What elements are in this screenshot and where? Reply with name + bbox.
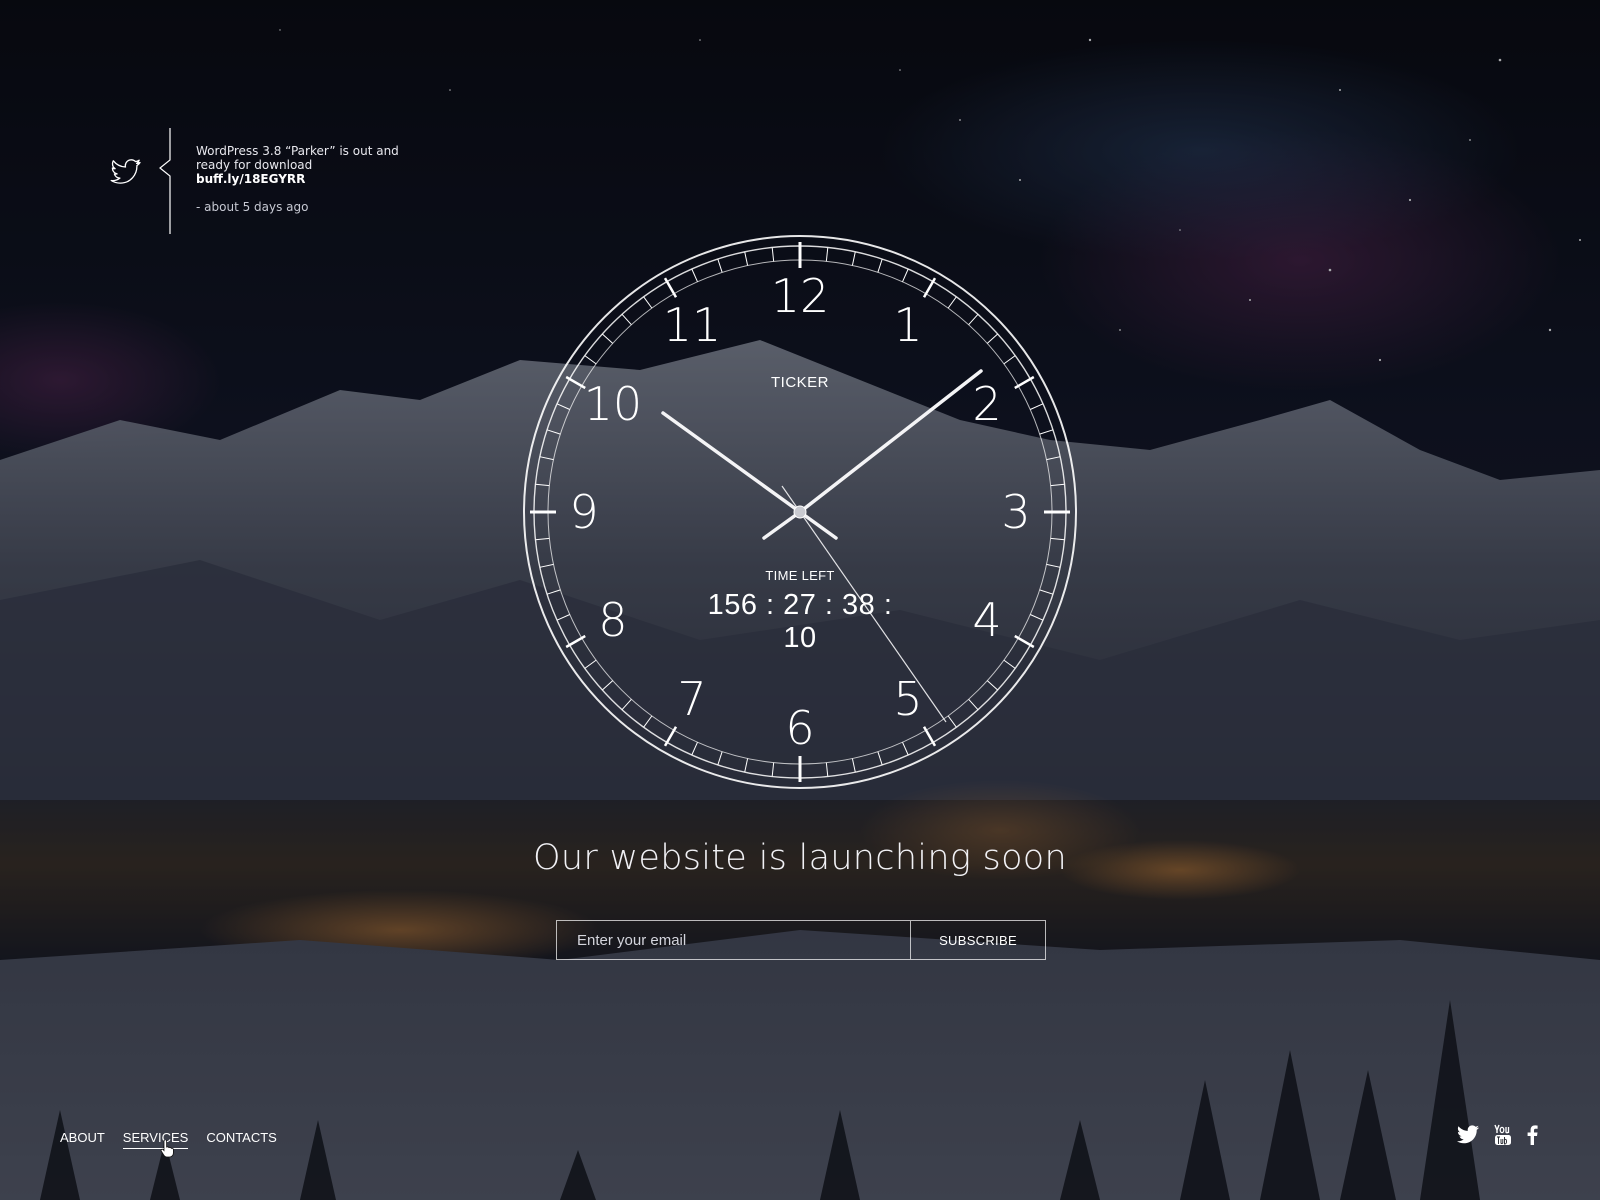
clock-minute-tick xyxy=(968,698,979,711)
clock-minute-tick xyxy=(968,313,979,326)
clock-minute-tick xyxy=(825,762,829,777)
clock-minute-tick xyxy=(947,296,957,309)
clock-minute-tick xyxy=(643,296,653,309)
hand-cursor-icon xyxy=(160,1140,174,1158)
clock-hour-tick xyxy=(663,726,678,747)
nav-about[interactable]: ABOUT xyxy=(60,1130,105,1149)
clock-numeral: 4 xyxy=(972,593,1001,647)
subscribe-form: SUBSCRIBE xyxy=(556,920,1046,960)
latest-tweet: WordPress 3.8 “Parker” is out and ready … xyxy=(110,128,430,234)
clock-minute-tick xyxy=(535,483,550,487)
clock-minute-tick xyxy=(643,715,653,728)
clock-minute-tick xyxy=(621,313,632,326)
clock-numeral: 5 xyxy=(893,672,922,726)
clock-minute-tick xyxy=(601,333,614,344)
clock-minute-tick xyxy=(851,251,856,266)
clock-numeral: 8 xyxy=(598,593,627,647)
tweet-timestamp: - about 5 days ago xyxy=(196,200,309,214)
tweet-link[interactable]: buff.ly/18EGYRR xyxy=(196,172,406,186)
clock-hour-tick xyxy=(565,634,586,649)
clock-minute-tick xyxy=(877,258,883,273)
clock-numeral: 1 xyxy=(893,298,922,352)
minute-hand xyxy=(798,369,983,514)
clock-minute-tick xyxy=(947,715,957,728)
clock-minute-tick xyxy=(771,762,775,777)
youtube-icon[interactable] xyxy=(1494,1124,1512,1150)
clock-minute-tick xyxy=(601,680,614,691)
clock-minute-tick xyxy=(902,268,909,282)
social-links xyxy=(1456,1124,1538,1150)
clock-hour-tick xyxy=(922,277,937,298)
clock-minute-tick xyxy=(546,429,561,435)
clock-minute-tick xyxy=(825,247,829,262)
twitter-icon[interactable] xyxy=(1456,1125,1480,1149)
clock-minute-tick xyxy=(744,758,749,773)
nav-contacts[interactable]: CONTACTS xyxy=(206,1130,277,1149)
clock-minute-tick xyxy=(1050,483,1065,487)
clock-minute-tick xyxy=(539,456,554,461)
clock-minute-tick xyxy=(1003,355,1016,365)
clock-hour-tick xyxy=(565,375,586,390)
clock-minute-tick xyxy=(851,758,856,773)
tweet-divider xyxy=(159,128,171,234)
clock-numeral: 3 xyxy=(1001,485,1030,539)
clock-minute-tick xyxy=(556,403,570,410)
clock-hour-tick xyxy=(663,277,678,298)
clock-minute-tick xyxy=(717,258,723,273)
clock-minute-tick xyxy=(1050,537,1065,541)
clock-minute-tick xyxy=(584,659,597,669)
clock-hour-tick xyxy=(1014,375,1035,390)
clock-minute-tick xyxy=(986,333,999,344)
clock-numeral: 9 xyxy=(569,485,598,539)
clock-minute-tick xyxy=(1039,429,1054,435)
clock-minute-tick xyxy=(717,751,723,766)
clock-minute-tick xyxy=(902,742,909,756)
clock-minute-tick xyxy=(1030,403,1044,410)
clock-minute-tick xyxy=(621,698,632,711)
hour-hand xyxy=(661,411,802,514)
launch-headline: Our website is launching soon xyxy=(533,838,1067,878)
clock-minute-tick xyxy=(1030,614,1044,621)
clock-numeral: 10 xyxy=(584,377,643,431)
clock-numeral: 2 xyxy=(972,377,1001,431)
nav-services[interactable]: SERVICES xyxy=(122,1130,189,1149)
clock-minute-tick xyxy=(744,251,749,266)
clock-minute-tick xyxy=(1046,456,1061,461)
clock-minute-tick xyxy=(1003,659,1016,669)
clock-brand-label: TICKER xyxy=(770,374,829,391)
clock-minute-tick xyxy=(986,680,999,691)
clock-hour-tick xyxy=(922,726,937,747)
tweet-text: WordPress 3.8 “Parker” is out and ready … xyxy=(196,144,399,172)
clock-minute-tick xyxy=(1039,589,1054,595)
time-left-label: TIME LEFT xyxy=(765,568,835,583)
clock-numeral: 6 xyxy=(785,701,814,755)
subscribe-button[interactable]: SUBSCRIBE xyxy=(911,921,1045,959)
analog-clock: 121234567891011 xyxy=(523,235,1077,789)
clock-minute-tick xyxy=(539,563,554,568)
clock-numeral: 11 xyxy=(663,298,722,352)
facebook-icon[interactable] xyxy=(1526,1125,1538,1149)
clock-hour-tick xyxy=(1014,634,1035,649)
clock-center-pin xyxy=(793,505,807,519)
clock-minute-tick xyxy=(584,355,597,365)
clock-minute-tick xyxy=(691,268,698,282)
clock-numeral: 12 xyxy=(771,269,830,323)
clock-minute-tick xyxy=(877,751,883,766)
clock-numeral: 7 xyxy=(677,672,706,726)
clock-minute-tick xyxy=(771,247,775,262)
countdown-timer: 156 : 27 : 38 : 10 xyxy=(707,589,893,654)
clock-minute-tick xyxy=(546,589,561,595)
clock-minute-tick xyxy=(535,537,550,541)
clock-minute-tick xyxy=(1046,563,1061,568)
twitter-bird-icon xyxy=(110,159,141,184)
tweet-content: WordPress 3.8 “Parker” is out and ready … xyxy=(196,144,406,214)
clock-minute-tick xyxy=(556,614,570,621)
email-input[interactable] xyxy=(557,921,911,959)
clock-minute-tick xyxy=(691,742,698,756)
